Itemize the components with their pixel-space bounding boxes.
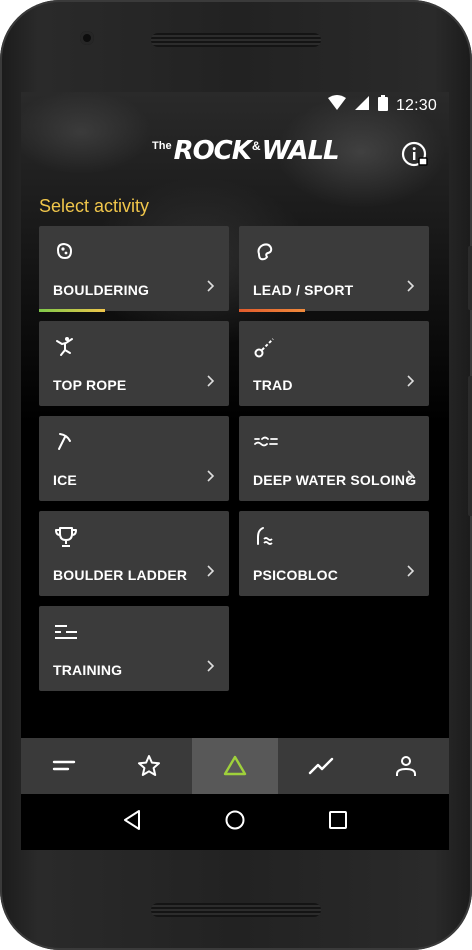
bottom-speaker	[151, 903, 321, 917]
activity-label: DEEP WATER SOLOING	[253, 472, 417, 488]
activity-label: TOP ROPE	[53, 377, 127, 393]
star-icon	[138, 755, 161, 776]
info-icon	[401, 141, 428, 167]
chevron-right-icon	[207, 660, 215, 672]
activity-card-ice[interactable]: ICE	[39, 416, 229, 501]
hold-outline-icon	[253, 240, 277, 264]
chevron-right-icon	[407, 280, 415, 292]
activity-card-bouldering[interactable]: BOULDERING	[39, 226, 229, 312]
status-bar: 12:30	[21, 92, 449, 116]
info-button[interactable]	[400, 140, 430, 170]
person-icon	[396, 756, 417, 776]
nav-menu[interactable]	[21, 738, 107, 794]
sliders-icon	[53, 620, 77, 644]
clock: 12:30	[395, 96, 437, 114]
bottom-navigation	[21, 738, 449, 794]
waves-icon	[253, 430, 278, 454]
volume-button	[468, 246, 472, 310]
activity-label: TRAD	[253, 377, 293, 393]
activity-label: PSICOBLOC	[253, 567, 339, 583]
signal-icon	[354, 95, 370, 116]
chevron-right-icon	[207, 375, 215, 387]
logo-amp: &	[251, 139, 261, 153]
app-header: The ROCK & WALL	[21, 132, 449, 172]
nav-profile[interactable]	[363, 738, 449, 794]
activity-card-psicobloc[interactable]: PSICOBLOC	[239, 511, 429, 596]
phone-frame: 12:30 The ROCK & WALL Select activity BO…	[0, 0, 472, 950]
ice-axe-icon	[53, 430, 77, 454]
system-navigation	[21, 794, 449, 850]
chevron-right-icon	[207, 565, 215, 577]
chevron-right-icon	[207, 470, 215, 482]
logo-rock: ROCK	[173, 136, 252, 166]
hold-icon	[53, 240, 77, 264]
power-button	[468, 376, 472, 516]
nav-activities[interactable]	[192, 738, 278, 794]
section-title: Select activity	[39, 196, 150, 216]
activity-card-deep-water-soloing[interactable]: DEEP WATER SOLOING	[239, 416, 429, 501]
chevron-right-icon	[407, 375, 415, 387]
wave-wall-icon	[253, 525, 277, 549]
menu-icon	[52, 760, 75, 771]
cam-icon	[253, 335, 277, 359]
trend-icon	[308, 757, 333, 775]
recents-icon	[328, 810, 347, 829]
activity-card-lead-sport[interactable]: LEAD / SPORT	[239, 226, 429, 312]
activity-label: ICE	[53, 472, 77, 488]
back-button[interactable]	[121, 809, 143, 836]
back-icon	[124, 809, 141, 830]
triangle-icon	[223, 755, 247, 776]
activity-card-top-rope[interactable]: TOP ROPE	[39, 321, 229, 406]
activity-label: BOULDER LADDER	[53, 567, 188, 583]
grade-bar	[239, 309, 305, 312]
grade-bar	[39, 309, 105, 312]
activity-label: TRAINING	[53, 662, 123, 678]
recents-button[interactable]	[327, 809, 349, 836]
home-icon	[225, 810, 245, 829]
climber-icon	[53, 335, 77, 359]
activity-label: BOULDERING	[53, 282, 150, 298]
nav-favorites[interactable]	[107, 738, 193, 794]
chevron-right-icon	[407, 470, 415, 482]
chevron-right-icon	[407, 565, 415, 577]
activity-card-boulder-ladder[interactable]: BOULDER LADDER	[39, 511, 229, 596]
top-speaker	[151, 33, 321, 47]
chevron-right-icon	[207, 280, 215, 292]
activity-card-trad[interactable]: TRAD	[239, 321, 429, 406]
battery-icon	[377, 95, 388, 116]
home-button[interactable]	[224, 809, 246, 836]
logo-wall: WALL	[261, 136, 340, 166]
logo-the: The	[152, 140, 172, 152]
activity-card-training[interactable]: TRAINING	[39, 606, 229, 691]
front-camera	[80, 31, 94, 45]
trophy-icon	[53, 525, 77, 549]
app-logo: The ROCK & WALL	[152, 136, 340, 166]
wifi-icon	[327, 95, 346, 116]
nav-stats[interactable]	[278, 738, 364, 794]
activity-label: LEAD / SPORT	[253, 282, 354, 298]
app-screen: 12:30 The ROCK & WALL Select activity BO…	[21, 92, 449, 850]
